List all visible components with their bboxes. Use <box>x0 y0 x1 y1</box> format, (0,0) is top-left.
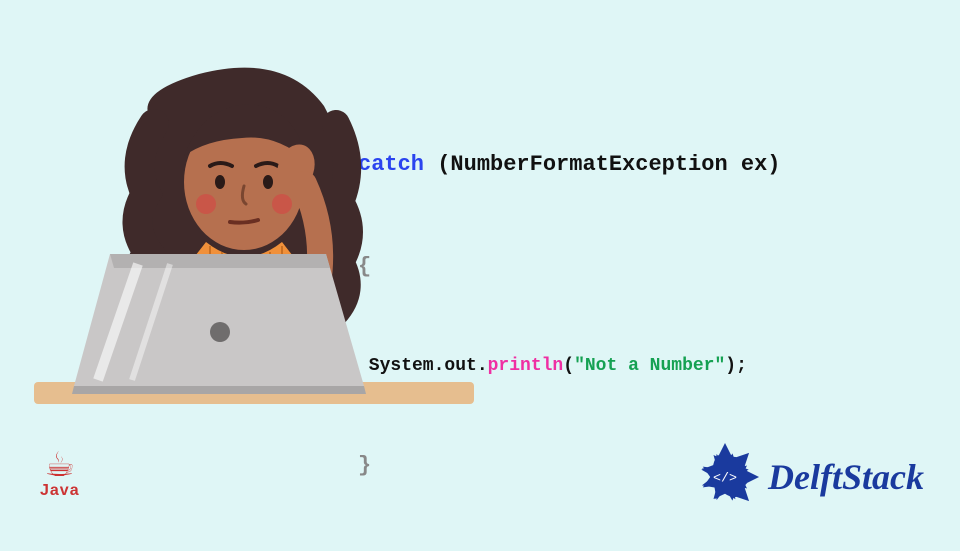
blush-right <box>272 194 292 214</box>
hair-wave-right <box>334 124 349 314</box>
catch-signature: (NumberFormatException ex) <box>424 152 780 177</box>
delftstack-logo: </> DelftStack <box>688 440 924 514</box>
blush-left <box>196 194 216 214</box>
java-cup-icon: ☕︎ <box>40 448 80 482</box>
brand-name: DelftStack <box>768 456 924 498</box>
illustration-woman-laptop <box>34 64 474 420</box>
eye-left <box>215 175 225 189</box>
java-logo: ☕︎ Java <box>40 448 80 500</box>
svg-text:</>: </> <box>713 470 737 485</box>
string-literal: "Not a Number" <box>574 356 725 376</box>
laptop <box>72 254 366 394</box>
eye-right <box>263 175 273 189</box>
delftstack-emblem-icon: </> <box>688 440 762 514</box>
java-label: Java <box>40 482 80 500</box>
open-paren: ( <box>563 356 574 376</box>
println-call: println <box>488 356 564 376</box>
close-paren: ); <box>725 356 747 376</box>
